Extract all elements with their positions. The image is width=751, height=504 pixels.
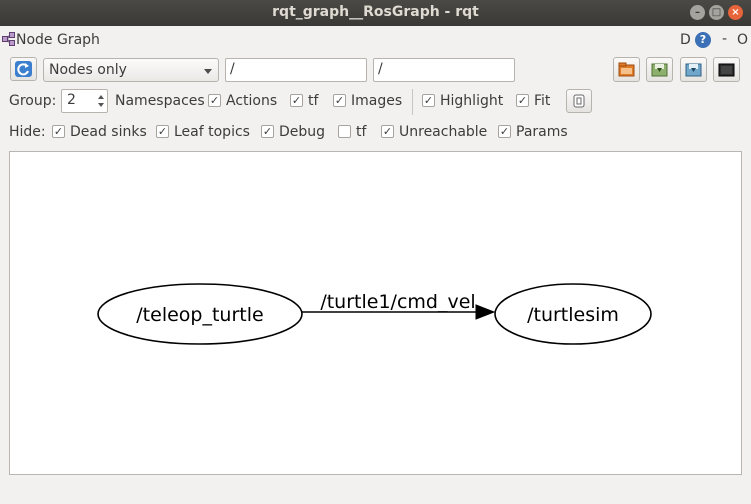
save-image-icon <box>685 63 702 77</box>
screenshot-button[interactable] <box>713 57 740 82</box>
open-icon <box>618 62 635 77</box>
minimize-plugin-button[interactable]: - <box>722 31 727 47</box>
tf-checkbox[interactable]: ✓ <box>290 94 303 107</box>
close-plugin-button[interactable]: O <box>737 32 748 48</box>
debug-checkbox[interactable]: ✓ <box>261 125 274 138</box>
actions-checkbox[interactable]: ✓ <box>208 94 221 107</box>
group-spinbox[interactable]: 2 <box>61 89 108 113</box>
images-checkbox[interactable]: ✓ <box>333 94 346 107</box>
graph-type-select[interactable]: Nodes only <box>43 58 219 82</box>
debug-label[interactable]: Debug <box>279 124 325 140</box>
dock-button[interactable]: D <box>680 32 691 48</box>
graph-node-teleop-label: /teleop_turtle <box>136 304 263 326</box>
chevron-down-icon <box>204 69 212 74</box>
graph-node-turtlesim-label: /turtlesim <box>527 304 619 326</box>
topic-filter-input[interactable]: / <box>373 58 515 82</box>
refresh-button[interactable] <box>10 57 37 81</box>
ros-graph: /teleop_turtle /turtlesim /turtle1/cmd_v… <box>97 283 652 345</box>
minimize-icon[interactable]: – <box>690 5 705 20</box>
graph-canvas[interactable]: /teleop_turtle /turtlesim /turtle1/cmd_v… <box>9 151 742 475</box>
group-label: Group: <box>9 93 57 109</box>
leaf-topics-checkbox[interactable]: ✓ <box>156 125 169 138</box>
maximize-icon[interactable]: □ <box>709 5 724 20</box>
namespaces-label: Namespaces <box>115 93 205 109</box>
hide-tf-label[interactable]: tf <box>356 124 366 140</box>
params-label[interactable]: Params <box>516 124 568 140</box>
tf-label[interactable]: tf <box>308 93 318 109</box>
refresh-icon <box>15 61 32 77</box>
unreachable-label[interactable]: Unreachable <box>399 124 487 140</box>
spin-up-icon[interactable] <box>98 95 104 99</box>
params-checkbox[interactable]: ✓ <box>498 125 511 138</box>
hide-label: Hide: <box>9 124 46 140</box>
dead-sinks-label[interactable]: Dead sinks <box>70 124 147 140</box>
spin-down-icon[interactable] <box>98 103 104 107</box>
fit-label[interactable]: Fit <box>534 93 550 109</box>
help-icon[interactable]: ? <box>695 32 711 48</box>
fit-view-icon <box>573 94 585 108</box>
screenshot-icon <box>718 63 735 77</box>
window-titlebar: rqt_graph__RosGraph - rqt – □ × <box>0 0 751 26</box>
highlight-checkbox[interactable]: ✓ <box>422 94 435 107</box>
close-icon[interactable]: × <box>728 5 743 20</box>
node-graph-icon <box>2 32 15 46</box>
hide-tf-checkbox[interactable] <box>338 125 351 138</box>
unreachable-checkbox[interactable]: ✓ <box>381 125 394 138</box>
fit-in-view-button[interactable] <box>566 89 592 113</box>
save-dot-button[interactable] <box>646 57 673 82</box>
leaf-topics-label[interactable]: Leaf topics <box>174 124 250 140</box>
save-image-button[interactable] <box>680 57 707 82</box>
save-dot-icon <box>651 63 668 77</box>
load-dot-button[interactable] <box>613 57 640 82</box>
images-label[interactable]: Images <box>351 93 402 109</box>
highlight-label[interactable]: Highlight <box>440 93 503 109</box>
node-filter-input[interactable]: / <box>225 58 367 82</box>
graph-type-value: Nodes only <box>49 62 127 78</box>
actions-label[interactable]: Actions <box>226 93 277 109</box>
toolbar-divider <box>412 89 413 115</box>
group-value: 2 <box>67 92 76 108</box>
plugin-title: Node Graph <box>16 32 100 48</box>
plugin-header: Node Graph D ? - O <box>0 28 751 52</box>
graph-edge-label: /turtle1/cmd_vel <box>320 291 475 313</box>
window-title: rqt_graph__RosGraph - rqt <box>272 4 479 20</box>
graph-edge-arrowhead <box>475 304 496 320</box>
fit-checkbox[interactable]: ✓ <box>516 94 529 107</box>
dead-sinks-checkbox[interactable]: ✓ <box>52 125 65 138</box>
